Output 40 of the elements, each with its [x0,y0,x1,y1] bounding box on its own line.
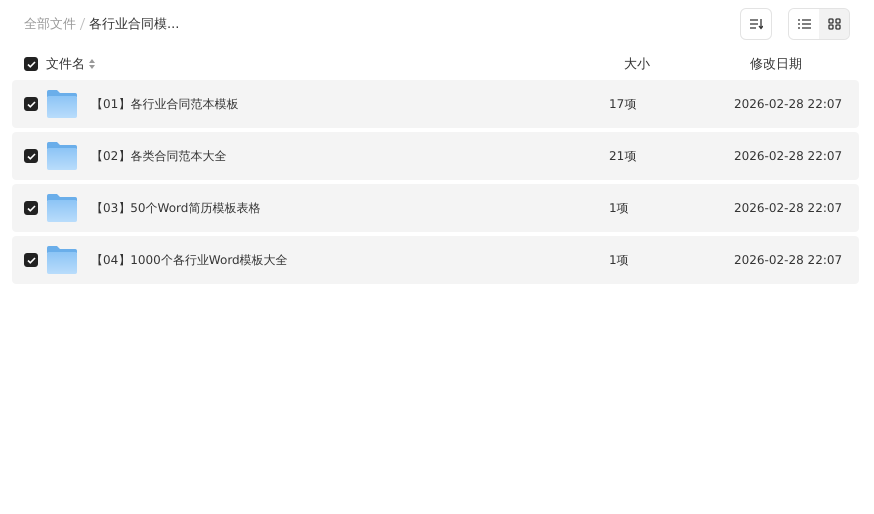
sort-button[interactable] [740,8,772,40]
folder-icon [47,90,77,118]
file-row[interactable]: 【02】各类合同范本大全 21项 2026-02-28 22:07 [12,132,859,180]
modified-date: 2026-02-28 22:07 [734,201,844,215]
check-icon [26,100,36,108]
folder-icon [47,142,77,170]
file-row[interactable]: 【03】50个Word简历模板表格 1项 2026-02-28 22:07 [12,184,859,232]
item-count: 1项 [609,200,630,216]
file-name[interactable]: 【02】各类合同范本大全 [91,148,609,164]
sort-icon [749,18,763,30]
check-icon [26,60,36,68]
check-icon [26,152,36,160]
folder-icon [47,246,77,274]
file-row[interactable]: 【04】1000个各行业Word模板大全 1项 2026-02-28 22:07 [12,236,859,284]
row-checkbox[interactable] [24,201,38,215]
grid-icon [828,18,840,30]
list-icon [798,19,810,29]
item-count: 1项 [609,252,630,268]
row-checkbox[interactable] [24,97,38,111]
modified-date: 2026-02-28 22:07 [734,97,844,111]
breadcrumb-item: 各行业合同模... [89,16,180,33]
file-name[interactable]: 【04】1000个各行业Word模板大全 [91,252,609,268]
file-row[interactable]: 【01】各行业合同范本模板 17项 2026-02-28 22:07 [12,80,859,128]
item-count: 17项 [609,96,638,112]
item-count: 21项 [609,148,638,164]
check-icon [26,204,36,212]
column-header: 修改日期 [750,56,803,73]
file-name[interactable]: 【01】各行业合同范本模板 [91,96,609,112]
file-name[interactable]: 【03】50个Word简历模板表格 [91,200,609,216]
row-checkbox[interactable] [24,253,38,267]
column-header[interactable]: 文件名 [46,55,85,73]
check-icon [26,256,36,264]
folder-icon [47,194,77,222]
modified-date: 2026-02-28 22:07 [734,253,844,267]
modified-date: 2026-02-28 22:07 [734,149,844,163]
list-view-button[interactable] [789,9,819,39]
select-all-checkbox[interactable] [24,57,38,71]
row-checkbox[interactable] [24,149,38,163]
column-header: 大小 [624,56,651,73]
sort-arrows-icon[interactable] [89,59,95,69]
